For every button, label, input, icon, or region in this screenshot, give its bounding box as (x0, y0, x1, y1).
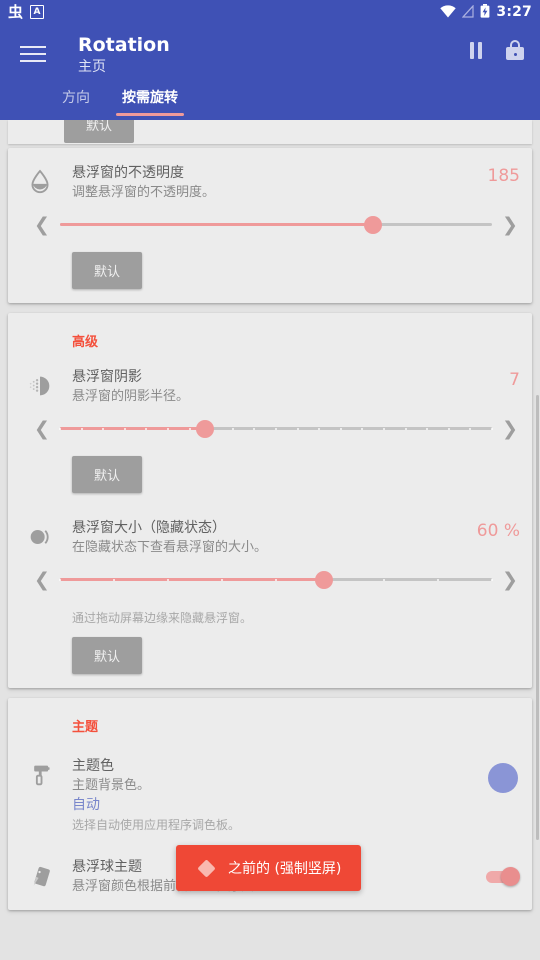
setting-title: 主题色 (72, 758, 114, 774)
opacity-drop-icon (8, 164, 72, 202)
app-bar: Rotation 主页 方向 按需旋转 (0, 24, 540, 120)
bubble-size-icon (8, 519, 72, 557)
slider-ticks (59, 578, 493, 581)
paint-roller-icon (8, 757, 72, 834)
setting-title: 悬浮窗大小（隐藏状态） (72, 520, 226, 536)
chevron-left-icon[interactable]: ❮ (30, 418, 54, 440)
signal-off-icon (462, 3, 474, 22)
diamond-icon (196, 858, 216, 878)
opacity-slider-row: ❮ ❯ (8, 202, 532, 238)
palette-card-icon (8, 858, 72, 896)
bubble-size-slider-row: ❮ ❯ (8, 557, 532, 593)
bubble-shadow-texts: 悬浮窗阴影 悬浮窗的阴影半径。 (72, 368, 499, 406)
opacity-slider[interactable] (60, 212, 492, 238)
status-bar-clock: 3:27 (496, 4, 532, 20)
toast-message: 之前的 (强制竖屏) (228, 861, 342, 877)
bubble-theme-toggle[interactable] (486, 866, 520, 888)
toast-notification: 之前的 (强制竖屏) (176, 845, 362, 891)
battery-charging-icon (480, 3, 490, 22)
pause-icon[interactable] (470, 41, 482, 59)
bubble-size-texts: 悬浮窗大小（隐藏状态） 在隐藏状态下查看悬浮窗的大小。 (72, 519, 467, 557)
wifi-icon (440, 3, 457, 22)
app-title: Rotation (78, 34, 170, 56)
bubble-shadow-default-button[interactable]: 默认 (72, 456, 143, 493)
chevron-left-icon[interactable]: ❮ (30, 569, 54, 591)
app-subtitle: 主页 (78, 59, 106, 75)
status-bar-notifications: 虫 A (8, 2, 45, 21)
hamburger-menu-icon[interactable] (16, 34, 56, 74)
setting-subtitle: 悬浮窗的阴影半径。 (72, 389, 190, 404)
status-bar: 虫 A 3:27 (0, 0, 540, 24)
chevron-right-icon[interactable]: ❯ (498, 214, 522, 236)
setting-subtitle: 主题背景色。 (72, 778, 151, 793)
chevron-right-icon[interactable]: ❯ (498, 569, 522, 591)
setting-subtitle: 调整悬浮窗的不透明度。 (72, 185, 216, 200)
vertical-scrollbar[interactable] (536, 395, 539, 840)
default-button-clipped[interactable]: 默认 (64, 120, 135, 143)
bubble-shadow-slider-row: ❮ ❯ (8, 406, 532, 442)
app-bar-titles: Rotation 主页 (78, 34, 170, 77)
theme-color-selected-value[interactable]: 自动 (72, 795, 488, 816)
status-bar-system-icons: 3:27 (440, 3, 532, 22)
bubble-shadow-slider[interactable] (59, 416, 493, 442)
setting-row-opacity: 悬浮窗的不透明度 调整悬浮窗的不透明度。 185 (8, 152, 532, 202)
chevron-right-icon[interactable]: ❯ (498, 418, 522, 440)
bubble-size-default-button[interactable]: 默认 (72, 637, 143, 674)
bubble-size-hint: 通过拖动屏幕边缘来隐藏悬浮窗。 (72, 611, 253, 625)
theme-color-swatch[interactable] (488, 763, 518, 793)
tab-per-app-rotation[interactable]: 按需旋转 (116, 83, 184, 116)
slider-ticks (59, 427, 493, 430)
opacity-texts: 悬浮窗的不透明度 调整悬浮窗的不透明度。 (72, 164, 478, 202)
opacity-value: 185 (487, 166, 520, 186)
opacity-card: 悬浮窗的不透明度 调整悬浮窗的不透明度。 185 ❮ ❯ 默认 (8, 148, 532, 303)
setting-row-bubble-shadow: 悬浮窗阴影 悬浮窗的阴影半径。 7 (8, 356, 532, 406)
theme-color-texts: 主题色 主题背景色。 自动 选择自动使用应用程序调色板。 (72, 757, 488, 834)
bubble-size-slider[interactable] (59, 567, 493, 593)
tab-bar: 方向 按需旋转 (16, 83, 524, 116)
theme-color-hint: 选择自动使用应用程序调色板。 (72, 818, 241, 832)
bubble-shadow-value: 7 (509, 370, 520, 390)
chevron-left-icon[interactable]: ❮ (30, 214, 54, 236)
advanced-card: 高级 悬浮窗阴影 悬浮窗的阴影半径。 7 ❮ ❯ 默认 悬浮窗大小（隐藏状态） … (8, 313, 532, 688)
section-header-theme: 主题 (72, 720, 99, 735)
setting-row-bubble-size: 悬浮窗大小（隐藏状态） 在隐藏状态下查看悬浮窗的大小。 60 % (8, 493, 532, 557)
blur-shadow-icon (8, 368, 72, 406)
settings-scroll-area[interactable]: 默认 悬浮窗的不透明度 调整悬浮窗的不透明度。 185 ❮ ❯ 默认 高级 悬浮… (0, 120, 540, 960)
setting-title: 悬浮窗的不透明度 (72, 165, 184, 181)
clipped-card-top: 默认 (8, 120, 532, 144)
section-header-advanced: 高级 (72, 335, 99, 350)
lock-icon[interactable] (506, 40, 524, 60)
translate-notification-icon: A (30, 5, 45, 19)
opacity-default-button[interactable]: 默认 (72, 252, 143, 289)
bug-notification-icon: 虫 (8, 2, 24, 21)
setting-title: 悬浮窗阴影 (72, 369, 142, 385)
bubble-size-value: 60 % (476, 521, 520, 541)
tab-orientation[interactable]: 方向 (60, 83, 92, 116)
app-bar-actions (470, 34, 524, 60)
setting-row-theme-color[interactable]: 主题色 主题背景色。 自动 选择自动使用应用程序调色板。 (8, 741, 532, 834)
setting-subtitle: 在隐藏状态下查看悬浮窗的大小。 (72, 540, 268, 555)
